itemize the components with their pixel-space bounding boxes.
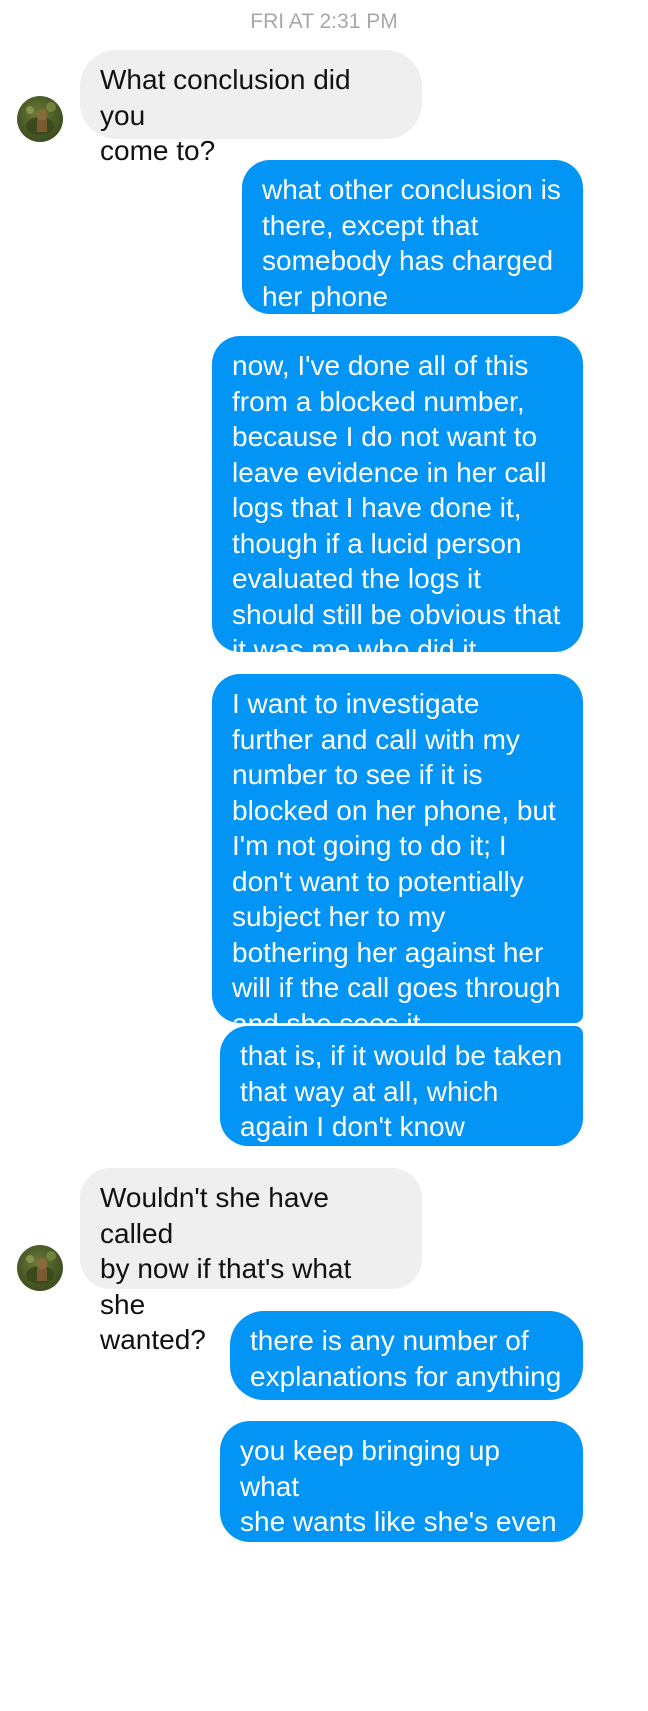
message-timestamp: FRI AT 2:31 PM	[250, 10, 398, 33]
outgoing-message-bubble[interactable]: that is, if it would be taken that way a…	[220, 1026, 583, 1146]
outgoing-message-bubble[interactable]: I want to investigate further and call w…	[212, 674, 583, 1039]
outgoing-message-bubble[interactable]: you keep bringing up what she wants like…	[220, 1421, 583, 1573]
contact-avatar[interactable]	[17, 1245, 63, 1291]
incoming-message-bubble[interactable]: Wouldn't she have called by now if that'…	[80, 1168, 422, 1355]
outgoing-message-bubble[interactable]: now, I've done all of this from a blocke…	[212, 336, 583, 665]
contact-avatar[interactable]	[17, 96, 63, 142]
avatar-photo-icon	[26, 1251, 56, 1284]
incoming-message-bubble[interactable]: What conclusion did you come to?	[80, 50, 422, 166]
outgoing-message-bubble[interactable]: what other conclusion is there, except t…	[242, 160, 583, 314]
outgoing-message-bubble[interactable]: there is any number of explanations for …	[230, 1311, 583, 1400]
avatar-photo-icon	[26, 102, 56, 135]
